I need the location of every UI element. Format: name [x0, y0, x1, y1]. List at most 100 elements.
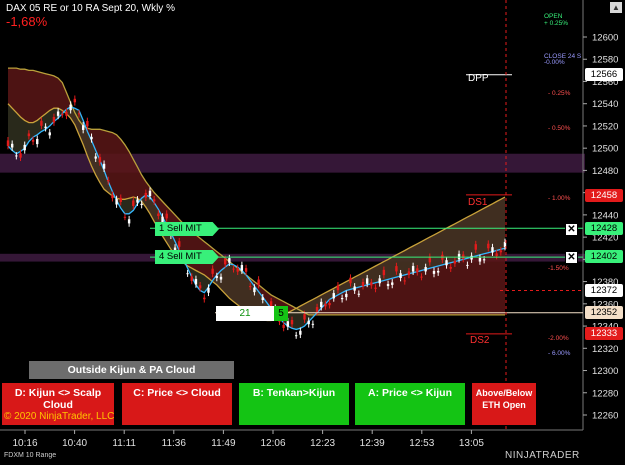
candle-body: [115, 198, 118, 205]
price-kijun-button[interactable]: A: Price <> Kijun: [355, 383, 465, 425]
pct-label-600: - 6.00%: [548, 350, 571, 357]
time-tick-label: 11:11: [112, 438, 136, 449]
candle-body: [165, 213, 168, 219]
candle-body: [94, 156, 97, 159]
candle-body: [449, 266, 452, 269]
candle-body: [223, 258, 227, 265]
open-pct-label: + 0.25%: [544, 20, 569, 27]
candle-body: [378, 278, 381, 284]
candle-body: [249, 286, 252, 288]
candle-body: [198, 285, 202, 289]
outside-kijun-cloud-button[interactable]: Outside Kijun & PA Cloud: [29, 361, 234, 379]
candle-body: [324, 304, 327, 307]
price-cloud-button[interactable]: C: Price <> Cloud: [122, 383, 232, 425]
candle-body: [123, 216, 127, 218]
time-tick-label: 12:23: [310, 438, 335, 449]
candle-body: [457, 253, 461, 260]
sell-mit-order-1[interactable]: 1 Sell MIT: [155, 222, 219, 236]
ds1-label: DS1: [468, 197, 488, 208]
candle-body: [244, 268, 248, 272]
candle-body: [332, 293, 335, 299]
candle-body: [52, 117, 56, 123]
candle-body: [336, 285, 340, 291]
candle-body: [207, 287, 210, 293]
candle-body: [61, 114, 64, 116]
scroll-up-icon[interactable]: ▲: [610, 2, 622, 13]
candle-body: [140, 203, 143, 206]
candle-body: [361, 281, 365, 287]
candle-body: [386, 283, 390, 287]
candle-body: [232, 268, 235, 270]
candle-body: [157, 213, 160, 216]
candle-body: [374, 287, 377, 289]
candle-body: [107, 180, 110, 182]
candle-body: [56, 111, 60, 116]
dpp-label: DPP: [468, 73, 489, 84]
candle-body: [487, 243, 490, 249]
candle-body: [19, 153, 22, 158]
candle-body: [286, 321, 290, 327]
candle-body: [240, 265, 244, 271]
price-tick-label: 12540: [592, 99, 618, 110]
candle-body: [261, 297, 264, 300]
eth-open-button[interactable]: Above/Below ETH Open: [472, 383, 536, 425]
instrument-label: FDXM 10 Range: [4, 452, 57, 459]
candle-body: [315, 307, 319, 312]
candle-body: [190, 276, 193, 281]
candle-body: [482, 259, 486, 261]
ds2-label: DS2: [470, 335, 490, 346]
candle-body: [320, 301, 323, 308]
candle-body: [36, 138, 39, 145]
candle-body: [340, 297, 344, 300]
chart-title: DAX 05 RE or 10 RA Sept 20, Wkly %: [6, 3, 175, 14]
ninjatrader-logo: NINJATRADER: [505, 450, 580, 461]
candle-body: [424, 267, 427, 272]
price-tick-label: 12580: [592, 55, 618, 66]
candle-body: [211, 268, 214, 274]
candle-body: [144, 192, 148, 198]
candle-body: [44, 126, 47, 129]
pct-label-050: - 0.50%: [548, 125, 571, 132]
time-tick-label: 10:40: [62, 438, 87, 449]
candle-body: [23, 144, 26, 151]
price-tick-label: 12300: [592, 366, 618, 377]
candle-body: [453, 260, 457, 264]
tenkan-kijun-button[interactable]: B: Tenkan>Kijun: [239, 383, 349, 425]
candle-body: [186, 273, 189, 275]
candle-body: [420, 276, 423, 278]
price-tick-label: 12440: [592, 210, 618, 221]
candle-body: [27, 133, 31, 137]
pct-label-0: -0.00%: [544, 59, 565, 66]
price-tag-mit4: 12402: [585, 250, 623, 263]
candle-body: [436, 270, 440, 273]
candle-body: [495, 253, 498, 256]
candle-body: [236, 267, 239, 272]
candle-body: [48, 132, 51, 136]
time-tick-label: 11:49: [211, 438, 236, 449]
candle-body: [69, 104, 72, 111]
candle-body: [382, 269, 386, 276]
cancel-order-4-close-icon[interactable]: ✕: [565, 251, 578, 264]
candle-body: [370, 282, 373, 286]
candle-body: [403, 280, 406, 282]
pct-label-100: - 1.00%: [548, 195, 571, 202]
sell-mit-order-4[interactable]: 4 Sell MIT: [155, 250, 219, 264]
order-quantity-box[interactable]: 21: [216, 306, 274, 321]
candle-body: [152, 199, 156, 202]
candle-body: [178, 241, 181, 247]
candle-body: [40, 120, 43, 126]
candle-body: [253, 287, 256, 293]
candle-body: [132, 200, 135, 206]
cancel-order-1-close-icon[interactable]: ✕: [565, 223, 578, 236]
candle-body: [399, 273, 402, 278]
price-tag-level: 12352: [585, 306, 623, 319]
order-count-box[interactable]: 5: [274, 306, 288, 321]
candle-body: [428, 256, 432, 263]
candle-body: [194, 278, 198, 285]
price-tick-label: 12280: [592, 388, 618, 399]
candle-body: [416, 268, 419, 273]
copyright: © 2020 NinjaTrader, LLC: [4, 411, 115, 422]
candle-body: [111, 194, 114, 199]
candle-body: [148, 190, 152, 197]
candle-body: [77, 113, 81, 115]
